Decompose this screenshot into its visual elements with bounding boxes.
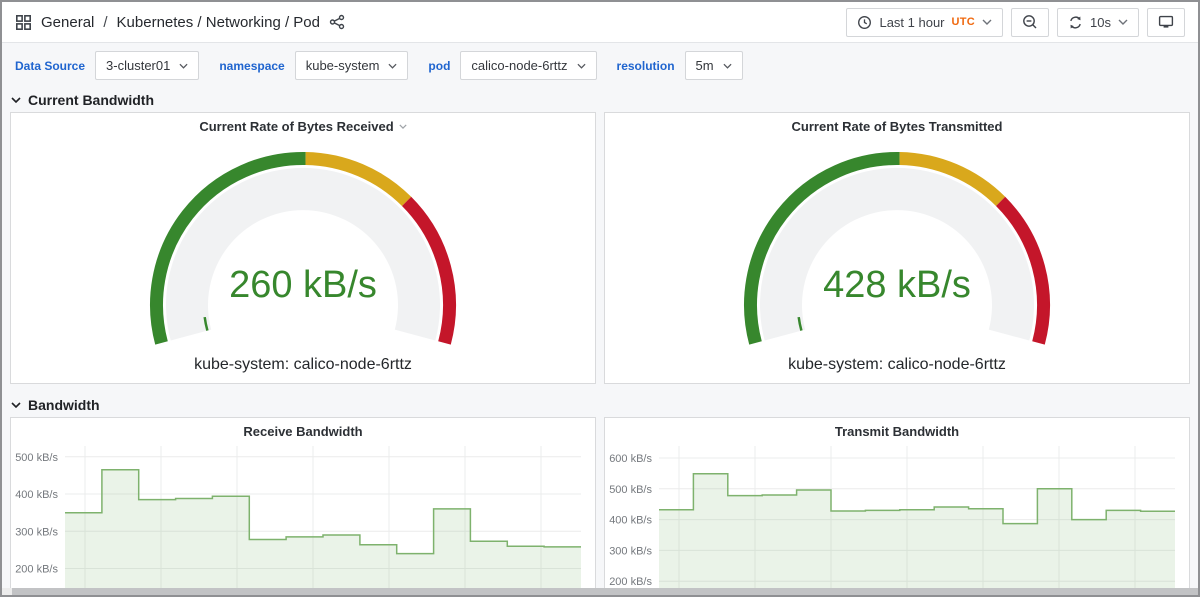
variable-select-pod[interactable]: calico-node-6rttz bbox=[460, 51, 596, 80]
row-toggle-bandwidth[interactable]: Bandwidth bbox=[2, 391, 1198, 417]
variable-label-namespace: namespace bbox=[219, 59, 284, 73]
breadcrumb-separator: / bbox=[103, 14, 107, 31]
panel-transmit-bandwidth: Transmit Bandwidth 600 kB/s 500 kB/s 400 k… bbox=[604, 417, 1190, 597]
panel-bytes-transmitted: Current Rate of Bytes Transmitted 428 kB… bbox=[604, 112, 1190, 384]
row-title: Bandwidth bbox=[28, 397, 100, 413]
bandwidth-panels-row: Receive Bandwidth 500 kB/s 400 kB/s 300 kB… bbox=[2, 417, 1198, 597]
transmit-bandwidth-chart: 600 kB/s 500 kB/s 400 kB/s 300 kB/s 200 kB/s bbox=[605, 446, 1187, 592]
svg-text:500 kB/s: 500 kB/s bbox=[15, 452, 58, 464]
variable-label-data-source: Data Source bbox=[15, 59, 85, 73]
row-toggle-current-bandwidth[interactable]: Current Bandwidth bbox=[2, 86, 1198, 112]
refresh-interval-label: 10s bbox=[1090, 15, 1111, 30]
breadcrumb-folder[interactable]: General bbox=[41, 14, 94, 31]
horizontal-scrollbar-thumb[interactable] bbox=[12, 588, 1198, 595]
variable-data-source: Data Source 3-cluster01 bbox=[15, 51, 199, 80]
grafana-dashboard: General / Kubernetes / Networking / Pod … bbox=[0, 0, 1200, 597]
svg-text:500 kB/s: 500 kB/s bbox=[609, 484, 652, 496]
chevron-down-icon bbox=[388, 63, 397, 69]
chevron-down-icon bbox=[1118, 19, 1128, 25]
variable-value-resolution: 5m bbox=[696, 58, 714, 73]
panel-title-bytes-received[interactable]: Current Rate of Bytes Received bbox=[11, 113, 595, 139]
svg-text:200 kB/s: 200 kB/s bbox=[609, 576, 652, 588]
panel-menu-caret-icon[interactable] bbox=[399, 124, 407, 129]
panel-title-bytes-transmitted[interactable]: Current Rate of Bytes Transmitted bbox=[605, 113, 1189, 139]
row-title: Current Bandwidth bbox=[28, 92, 154, 108]
navbar-actions: Last 1 hour UTC bbox=[846, 8, 1185, 37]
gauge-value: 428 kB/s bbox=[823, 264, 971, 306]
variable-value-pod: calico-node-6rttz bbox=[471, 58, 567, 73]
variable-value-data-source: 3-cluster01 bbox=[106, 58, 170, 73]
gauge-received: 260 kB/s kube-system: calico-node-6rttz bbox=[11, 139, 595, 379]
chevron-down-icon bbox=[723, 63, 732, 69]
gauge-value: 260 kB/s bbox=[229, 264, 377, 306]
navbar: General / Kubernetes / Networking / Pod … bbox=[2, 2, 1198, 43]
refresh-icon bbox=[1068, 15, 1083, 30]
chevron-down-icon bbox=[11, 402, 21, 408]
svg-text:200 kB/s: 200 kB/s bbox=[15, 564, 58, 576]
panel-title-text: Current Rate of Bytes Received bbox=[199, 119, 393, 134]
variable-resolution: resolution 5m bbox=[617, 51, 743, 80]
gauge-transmitted: 428 kB/s kube-system: calico-node-6rttz bbox=[605, 139, 1189, 379]
svg-text:300 kB/s: 300 kB/s bbox=[15, 526, 58, 538]
variable-value-namespace: kube-system bbox=[306, 58, 380, 73]
monitor-icon bbox=[1158, 14, 1174, 30]
template-variables: Data Source 3-cluster01 namespace kube-s… bbox=[2, 43, 1198, 86]
svg-text:400 kB/s: 400 kB/s bbox=[15, 489, 58, 501]
timezone-label: UTC bbox=[952, 16, 976, 28]
zoom-out-button[interactable] bbox=[1011, 8, 1049, 37]
breadcrumb-dashboard-title[interactable]: Kubernetes / Networking / Pod bbox=[117, 14, 320, 31]
time-picker-button[interactable]: Last 1 hour UTC bbox=[846, 8, 1003, 37]
chevron-down-icon bbox=[982, 19, 992, 25]
gauge-series-label: kube-system: calico-node-6rttz bbox=[788, 356, 1006, 373]
panel-title-text: Receive Bandwidth bbox=[243, 424, 362, 439]
variable-select-namespace[interactable]: kube-system bbox=[295, 51, 409, 80]
receive-bandwidth-chart: 500 kB/s 400 kB/s 300 kB/s 200 kB/s bbox=[11, 446, 593, 592]
panel-bytes-received: Current Rate of Bytes Received 260 kB/s … bbox=[10, 112, 596, 384]
panel-title-text: Current Rate of Bytes Transmitted bbox=[792, 119, 1003, 134]
variable-select-resolution[interactable]: 5m bbox=[685, 51, 743, 80]
horizontal-scrollbar[interactable] bbox=[2, 588, 1198, 595]
breadcrumb: General / Kubernetes / Networking / Pod bbox=[15, 14, 345, 31]
panel-title-transmit-bandwidth[interactable]: Transmit Bandwidth bbox=[605, 418, 1189, 444]
variable-label-resolution: resolution bbox=[617, 59, 675, 73]
chevron-down-icon bbox=[179, 63, 188, 69]
variable-label-pod: pod bbox=[428, 59, 450, 73]
variable-namespace: namespace kube-system bbox=[219, 51, 408, 80]
variable-pod: pod calico-node-6rttz bbox=[428, 51, 596, 80]
kiosk-mode-button[interactable] bbox=[1147, 8, 1185, 37]
svg-text:400 kB/s: 400 kB/s bbox=[609, 515, 652, 527]
gauge-panels-row: Current Rate of Bytes Received 260 kB/s … bbox=[2, 112, 1198, 384]
grid-icon[interactable] bbox=[15, 14, 32, 31]
chevron-down-icon bbox=[11, 97, 21, 103]
zoom-out-icon bbox=[1022, 14, 1038, 30]
refresh-button[interactable]: 10s bbox=[1057, 8, 1139, 37]
panel-receive-bandwidth: Receive Bandwidth 500 kB/s 400 kB/s 300 kB… bbox=[10, 417, 596, 597]
chevron-down-icon bbox=[577, 63, 586, 69]
panel-title-text: Transmit Bandwidth bbox=[835, 424, 959, 439]
share-icon[interactable] bbox=[329, 14, 345, 30]
gauge-series-label: kube-system: calico-node-6rttz bbox=[194, 356, 412, 373]
variable-select-data-source[interactable]: 3-cluster01 bbox=[95, 51, 199, 80]
svg-text:600 kB/s: 600 kB/s bbox=[609, 453, 652, 465]
panel-title-receive-bandwidth[interactable]: Receive Bandwidth bbox=[11, 418, 595, 444]
clock-icon bbox=[857, 15, 872, 30]
time-range-label: Last 1 hour bbox=[879, 15, 944, 30]
svg-text:300 kB/s: 300 kB/s bbox=[609, 545, 652, 557]
